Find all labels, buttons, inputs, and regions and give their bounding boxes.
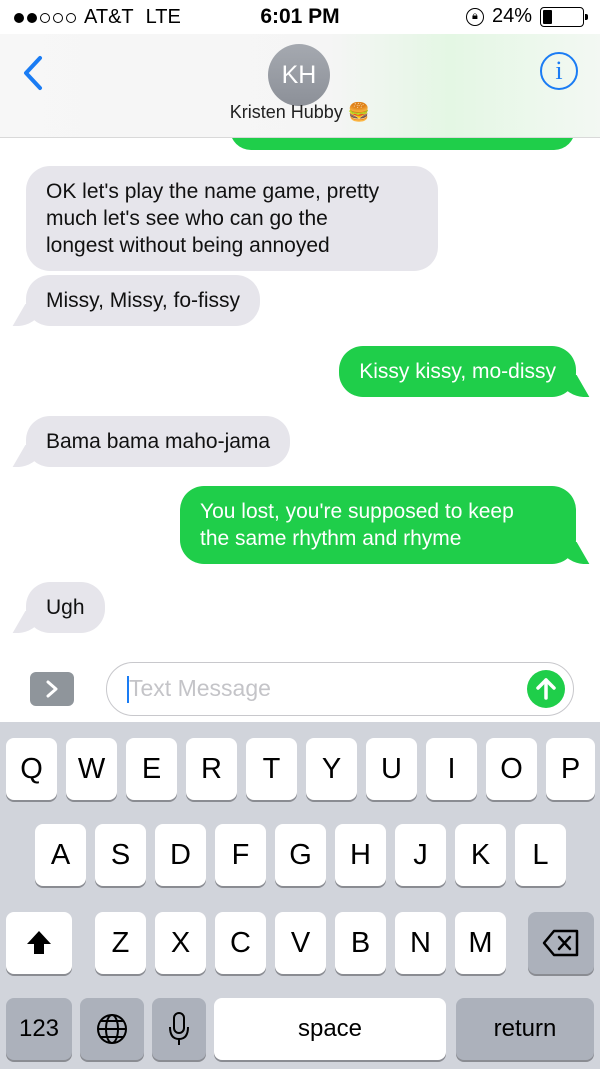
key-w[interactable]: W (66, 738, 117, 800)
key-k[interactable]: K (455, 824, 506, 886)
microphone-icon (169, 1012, 189, 1045)
key-r[interactable]: R (186, 738, 237, 800)
message-line: You lost, you're supposed to keep (200, 500, 514, 523)
key-v[interactable]: V (275, 912, 326, 974)
key-p[interactable]: P (546, 738, 595, 800)
key-g[interactable]: G (275, 824, 326, 886)
message-line: Missy, Missy, fo-fissy (46, 289, 241, 312)
expand-arrow-icon (46, 680, 58, 698)
contact-name[interactable]: Kristen Hubby 🍔 (0, 102, 600, 123)
message-bubble-incoming[interactable]: Bama bama maho-jama (26, 416, 291, 467)
key-l[interactable]: L (515, 824, 566, 886)
message-line: longest without being annoyed (46, 234, 330, 257)
key-i[interactable]: I (426, 738, 477, 800)
message-bubble-outgoing[interactable]: You lost, you're supposed to keep the sa… (180, 486, 576, 564)
status-right: 🔒︎ 24% (465, 5, 588, 28)
message-bubble-incoming[interactable]: Missy, Missy, fo-fissy (26, 275, 261, 326)
compose-bar: Text Message (0, 658, 600, 722)
conversation-header: KH Kristen Hubby 🍔 i (0, 34, 600, 138)
key-a[interactable]: A (35, 824, 86, 886)
space-key[interactable]: space (214, 998, 446, 1060)
contact-avatar[interactable]: KH (268, 44, 330, 106)
key-o[interactable]: O (486, 738, 537, 800)
key-u[interactable]: U (366, 738, 417, 800)
message-input-placeholder: Text Message (129, 675, 271, 701)
key-f[interactable]: F (215, 824, 266, 886)
message-bubble-outgoing[interactable]: Kissy kissy, mo-dissy (339, 346, 576, 397)
globe-key[interactable] (80, 998, 144, 1060)
message-bubble-incoming[interactable]: Ugh (26, 582, 105, 633)
info-icon: i (555, 56, 563, 85)
key-d[interactable]: D (155, 824, 206, 886)
key-n[interactable]: N (395, 912, 446, 974)
numbers-key[interactable]: 123 (6, 998, 72, 1060)
message-line: Kissy kissy, mo-dissy (359, 360, 556, 383)
keyboard: Q W E R T Y U I O P A S D F G H J K L Z … (0, 722, 600, 1069)
send-arrow-icon (536, 678, 556, 700)
key-z[interactable]: Z (95, 912, 146, 974)
key-q[interactable]: Q (6, 738, 57, 800)
message-bubble-incoming[interactable]: OK let's play the name game, pretty much… (26, 166, 438, 271)
message-input[interactable]: Text Message (106, 662, 574, 716)
shift-key[interactable] (6, 912, 72, 974)
backspace-key[interactable] (528, 912, 594, 974)
message-line: the same rhythm and rhyme (200, 527, 462, 550)
key-m[interactable]: M (455, 912, 506, 974)
message-thread[interactable]: OK let's play the name game, pretty much… (0, 138, 600, 658)
shift-icon (27, 931, 51, 954)
back-button[interactable] (18, 54, 48, 92)
message-line: OK let's play the name game, pretty (46, 180, 380, 203)
key-s[interactable]: S (95, 824, 146, 886)
rotation-lock-icon: 🔒︎ (465, 7, 484, 26)
battery-icon (540, 6, 588, 27)
key-t[interactable]: T (246, 738, 297, 800)
info-button[interactable]: i (540, 52, 578, 90)
key-h[interactable]: H (335, 824, 386, 886)
battery-percent: 24% (491, 5, 532, 27)
status-bar: AT&T LTE 6:01 PM 🔒︎ 24% (0, 0, 600, 34)
expand-apps-button[interactable] (30, 672, 74, 706)
globe-icon (97, 1014, 127, 1044)
message-line: much let's see who can go the (46, 207, 328, 230)
key-j[interactable]: J (395, 824, 446, 886)
key-y[interactable]: Y (306, 738, 357, 800)
message-line: Ugh (46, 596, 85, 619)
back-chevron-icon (24, 56, 42, 90)
dictation-key[interactable] (152, 998, 206, 1060)
key-b[interactable]: B (335, 912, 386, 974)
key-e[interactable]: E (126, 738, 177, 800)
previous-message-bubble[interactable] (230, 138, 575, 150)
message-line: Bama bama maho-jama (46, 430, 271, 453)
backspace-icon (542, 929, 579, 957)
key-x[interactable]: X (155, 912, 206, 974)
return-key[interactable]: return (456, 998, 594, 1060)
text-caret (127, 676, 129, 703)
key-c[interactable]: C (215, 912, 266, 974)
send-button[interactable] (527, 670, 565, 708)
